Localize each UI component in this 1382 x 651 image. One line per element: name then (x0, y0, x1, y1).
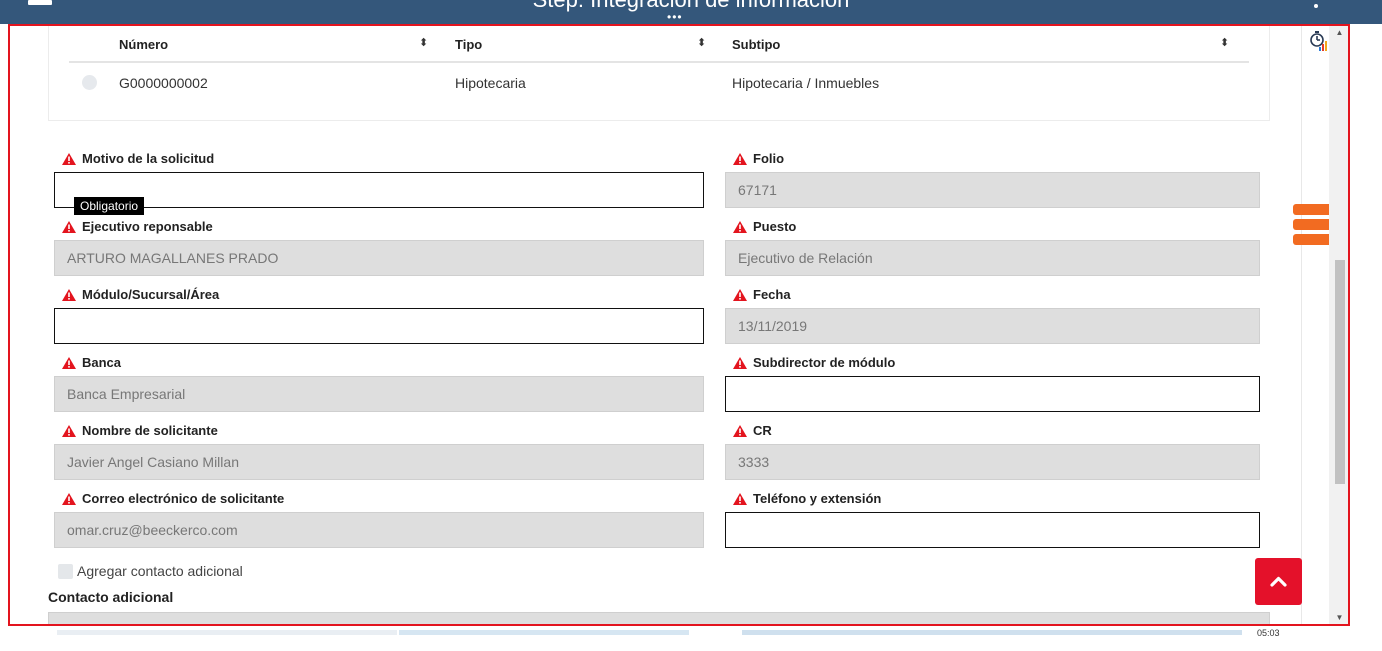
label-nombre: Nombre de solicitante (62, 423, 218, 438)
label-telefono: Teléfono y extensión (733, 491, 881, 506)
section-title-contacto: Contacto adicional (48, 589, 174, 605)
ejecutivo-field: ARTURO MAGALLANES PRADO (54, 240, 704, 276)
warning-icon (733, 492, 747, 505)
nombre-field: Javier Angel Casiano Millan (54, 444, 704, 480)
label-text: CR (753, 423, 772, 438)
sort-icon[interactable]: ⬍ (1220, 36, 1229, 49)
label-banca: Banca (62, 355, 121, 370)
warning-icon (62, 220, 76, 233)
label-modulo: Módulo/Sucursal/Área (62, 287, 219, 302)
cell-numero: G0000000002 (119, 75, 208, 91)
label-text: Puesto (753, 219, 797, 234)
scroll-down-arrow-icon[interactable]: ▼ (1329, 613, 1348, 622)
taskbar-segment (57, 630, 397, 635)
label-text: Motivo de la solicitud (82, 151, 215, 166)
label-text: Teléfono y extensión (753, 491, 882, 506)
folio-field: 67171 (725, 172, 1260, 208)
label-text: Subdirector de módulo (753, 355, 896, 370)
label-correo: Correo electrónico de solicitante (62, 491, 284, 506)
warning-icon (733, 356, 747, 369)
taskbar-clock: 05:03 (1257, 628, 1280, 638)
column-header-tipo[interactable]: Tipo (455, 37, 482, 52)
label-text: Folio (753, 151, 785, 166)
required-tooltip: Obligatorio (74, 197, 145, 215)
additional-contact-checkbox[interactable] (58, 564, 73, 579)
sort-icon[interactable]: ⬍ (697, 36, 706, 49)
cell-subtipo: Hipotecaria / Inmuebles (732, 75, 880, 91)
taskbar-segment (399, 630, 689, 635)
warning-icon (733, 152, 747, 165)
chevron-up-icon (1270, 576, 1287, 587)
timer-chart-icon[interactable] (1309, 30, 1329, 52)
kebab-icon[interactable] (1314, 4, 1318, 8)
warning-icon (733, 424, 747, 437)
column-header-numero[interactable]: Número (119, 37, 168, 52)
warning-icon (62, 356, 76, 369)
motivo-input[interactable] (54, 172, 704, 208)
scrollbar[interactable]: ▲ ▼ (1329, 26, 1348, 624)
banca-field: Banca Empresarial (54, 376, 704, 412)
warning-icon (62, 288, 76, 301)
cr-field: 3333 (725, 444, 1260, 480)
label-subdirector: Subdirector de módulo (733, 355, 895, 370)
label-text: Correo electrónico de solicitante (82, 491, 285, 506)
warning-icon (62, 492, 76, 505)
fecha-field: 13/11/2019 (725, 308, 1260, 344)
subdirector-input[interactable] (725, 376, 1260, 412)
table-header-divider (69, 61, 1249, 63)
label-fecha: Fecha (733, 287, 791, 302)
warning-icon (62, 424, 76, 437)
scroll-to-top-button[interactable] (1255, 558, 1302, 605)
row-select-radio[interactable] (82, 75, 97, 90)
label-text: Módulo/Sucursal/Área (82, 287, 220, 302)
warning-icon (733, 220, 747, 233)
additional-contact-field (48, 612, 1270, 624)
sort-icon[interactable]: ⬍ (419, 36, 428, 49)
additional-contact-label[interactable]: Agregar contacto adicional (77, 563, 243, 579)
label-text: Fecha (753, 287, 791, 302)
label-motivo: Motivo de la solicitud (62, 151, 214, 166)
modulo-input[interactable] (54, 308, 704, 344)
label-puesto: Puesto (733, 219, 796, 234)
warning-icon (733, 288, 747, 301)
scroll-up-arrow-icon[interactable]: ▲ (1329, 28, 1348, 37)
content-frame: Número ⬍ Tipo ⬍ Subtipo ⬍ G0000000002 Hi… (8, 24, 1350, 626)
taskbar-segment (742, 630, 1242, 635)
telefono-input[interactable] (725, 512, 1260, 548)
warning-icon (62, 152, 76, 165)
cell-tipo: Hipotecaria (455, 75, 526, 91)
label-text: Ejecutivo reponsable (82, 219, 213, 234)
puesto-field: Ejecutivo de Relación (725, 240, 1260, 276)
page-title: Step: Integración de información (0, 0, 1382, 13)
more-dots-icon[interactable]: ••• (667, 11, 683, 23)
guarantees-table: Número ⬍ Tipo ⬍ Subtipo ⬍ G0000000002 Hi… (48, 26, 1270, 121)
label-text: Nombre de solicitante (82, 423, 218, 438)
app-header: Step: Integración de información ••• (0, 0, 1382, 24)
label-ejecutivo: Ejecutivo reponsable (62, 219, 213, 234)
column-header-subtipo[interactable]: Subtipo (732, 37, 780, 52)
label-text: Banca (82, 355, 122, 370)
taskbar: 05:03 (0, 626, 1382, 651)
label-cr: CR (733, 423, 772, 438)
correo-field: omar.cruz@beeckerco.com (54, 512, 704, 548)
scrollbar-thumb[interactable] (1335, 260, 1345, 484)
list-menu-icon[interactable] (1293, 204, 1333, 246)
label-folio: Folio (733, 151, 784, 166)
